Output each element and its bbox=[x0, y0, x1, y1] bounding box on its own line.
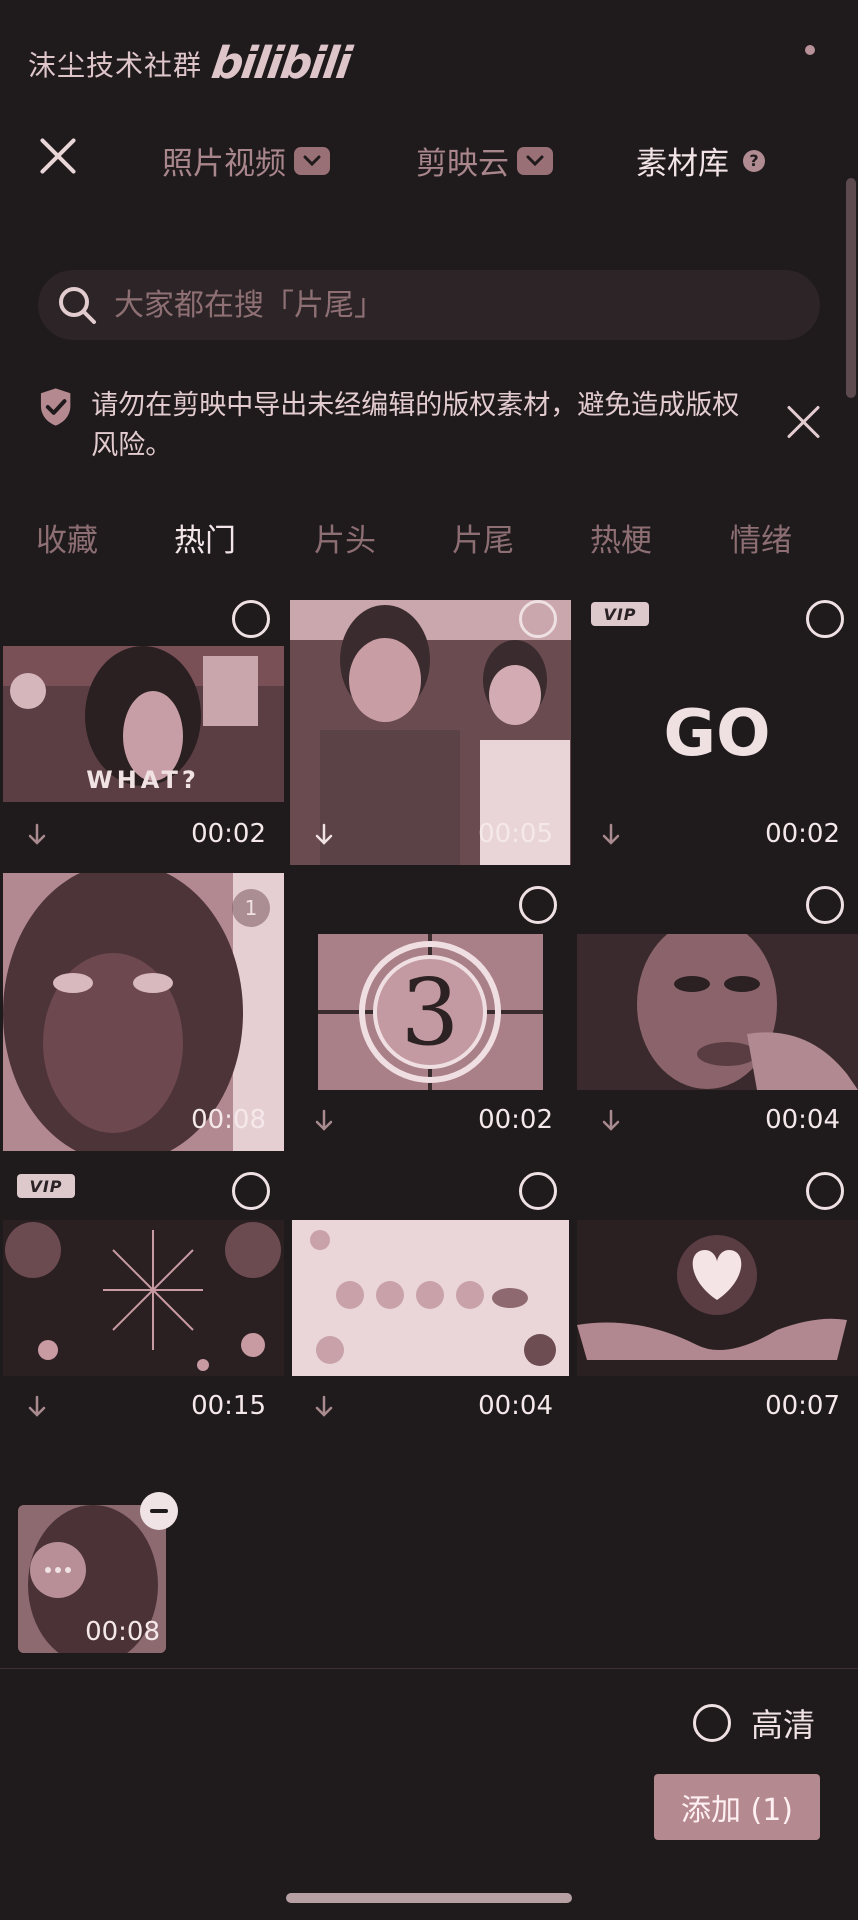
category-tabs: 收藏 热门 片头 片尾 热梗 情绪 bbox=[0, 515, 858, 565]
material-item[interactable]: VIP 00:15 bbox=[3, 1172, 284, 1437]
copyright-notice: 请勿在剪映中导出未经编辑的版权素材，避免造成版权风险。 bbox=[38, 386, 758, 466]
thumbnail-image: GO bbox=[664, 697, 771, 771]
duration-label: 00:02 bbox=[478, 1105, 553, 1135]
search-bar[interactable] bbox=[38, 270, 820, 340]
duration-label: 00:02 bbox=[191, 819, 266, 849]
category-hot[interactable]: 热门 bbox=[174, 515, 236, 560]
selection-number-badge[interactable]: 1 bbox=[232, 889, 270, 927]
category-favorites[interactable]: 收藏 bbox=[36, 515, 98, 560]
notice-close-icon[interactable] bbox=[786, 404, 822, 440]
duration-label: 00:08 bbox=[191, 1105, 266, 1135]
thumbnail-image bbox=[3, 1220, 284, 1376]
duration-label: 00:02 bbox=[765, 819, 840, 849]
material-item[interactable]: 00:05 bbox=[290, 600, 571, 865]
material-item[interactable]: 3 00:02 bbox=[290, 886, 571, 1151]
select-circle[interactable] bbox=[806, 600, 844, 638]
select-circle[interactable] bbox=[519, 1172, 557, 1210]
divider bbox=[0, 1668, 858, 1669]
bilibili-logo: bilibili bbox=[208, 38, 354, 89]
vip-badge: VIP bbox=[591, 602, 649, 626]
duration-label: 00:05 bbox=[478, 819, 553, 849]
download-icon[interactable] bbox=[601, 823, 621, 847]
tab-material-library[interactable]: 素材库 ? bbox=[636, 138, 765, 183]
thumbnail-caption: GO bbox=[664, 697, 771, 771]
duration-label: 00:15 bbox=[191, 1391, 266, 1421]
hd-label: 高清 bbox=[751, 1706, 816, 1744]
vip-badge: VIP bbox=[17, 1174, 75, 1198]
watermark-text: 沫尘技术社群 bbox=[28, 48, 203, 82]
material-item[interactable]: 00:04 bbox=[290, 1172, 571, 1437]
duration-label: 00:04 bbox=[765, 1105, 840, 1135]
thumbnail-caption: WHAT? bbox=[86, 766, 200, 794]
scrollbar[interactable] bbox=[846, 178, 856, 398]
thumbnail-image: 3 bbox=[318, 934, 543, 1090]
material-item-selected[interactable]: 1 00:08 bbox=[3, 873, 284, 1151]
remove-icon[interactable] bbox=[140, 1492, 178, 1530]
home-indicator bbox=[286, 1893, 572, 1903]
download-icon[interactable] bbox=[314, 1395, 334, 1419]
tab-photos-videos[interactable]: 照片视频 bbox=[162, 138, 330, 183]
download-icon[interactable] bbox=[27, 1395, 47, 1419]
download-icon[interactable] bbox=[27, 823, 47, 847]
category-intro[interactable]: 片头 bbox=[314, 515, 376, 560]
help-icon[interactable]: ? bbox=[743, 149, 765, 172]
hd-radio[interactable] bbox=[693, 1704, 731, 1742]
close-icon[interactable] bbox=[38, 136, 78, 176]
download-icon[interactable] bbox=[314, 1109, 334, 1133]
download-icon[interactable] bbox=[601, 1109, 621, 1133]
material-item[interactable]: WHAT? 00:02 bbox=[3, 600, 284, 865]
thumbnail-image: WHAT? bbox=[3, 646, 284, 802]
duration-label: 00:04 bbox=[478, 1391, 553, 1421]
material-item[interactable]: 00:04 bbox=[577, 886, 858, 1151]
thumbnail-caption: 3 bbox=[401, 959, 460, 1066]
add-button[interactable]: 添加 (1) bbox=[654, 1774, 820, 1840]
chevron-down-icon[interactable] bbox=[294, 146, 330, 175]
thumbnail-image bbox=[292, 1220, 569, 1376]
search-input[interactable] bbox=[112, 286, 796, 324]
select-circle[interactable] bbox=[232, 600, 270, 638]
tab-material-library-label: 素材库 bbox=[636, 146, 729, 182]
category-outro[interactable]: 片尾 bbox=[452, 515, 514, 560]
select-circle[interactable] bbox=[232, 1172, 270, 1210]
shield-check-icon bbox=[40, 388, 71, 426]
status-dot-icon bbox=[805, 45, 815, 55]
category-emotions[interactable]: 情绪 bbox=[730, 515, 792, 560]
selected-thumbnail[interactable]: 00:08 bbox=[18, 1505, 166, 1653]
tab-jianying-cloud-label: 剪映云 bbox=[416, 146, 509, 182]
material-item[interactable]: 00:07 bbox=[577, 1172, 858, 1437]
download-icon[interactable] bbox=[314, 823, 334, 847]
select-circle[interactable] bbox=[519, 600, 557, 638]
select-circle[interactable] bbox=[519, 886, 557, 924]
tab-photos-videos-label: 照片视频 bbox=[162, 146, 286, 182]
search-icon bbox=[59, 287, 96, 324]
watermark: 沫尘技术社群 bilibili bbox=[28, 38, 354, 89]
duration-label: 00:07 bbox=[765, 1391, 840, 1421]
duration-label: 00:08 bbox=[85, 1617, 160, 1647]
chevron-down-icon[interactable] bbox=[517, 146, 553, 175]
select-circle[interactable] bbox=[806, 886, 844, 924]
tab-jianying-cloud[interactable]: 剪映云 bbox=[416, 138, 553, 183]
select-circle[interactable] bbox=[806, 1172, 844, 1210]
notice-text: 请勿在剪映中导出未经编辑的版权素材，避免造成版权风险。 bbox=[91, 390, 740, 461]
thumbnail-image bbox=[577, 1220, 858, 1376]
selected-tray: 00:08 bbox=[0, 1460, 858, 1670]
material-item[interactable]: VIP GO 00:02 bbox=[577, 600, 858, 865]
hd-option[interactable]: 高清 bbox=[693, 1700, 815, 1746]
thumbnail-image bbox=[577, 934, 858, 1090]
category-memes[interactable]: 热梗 bbox=[590, 515, 652, 560]
